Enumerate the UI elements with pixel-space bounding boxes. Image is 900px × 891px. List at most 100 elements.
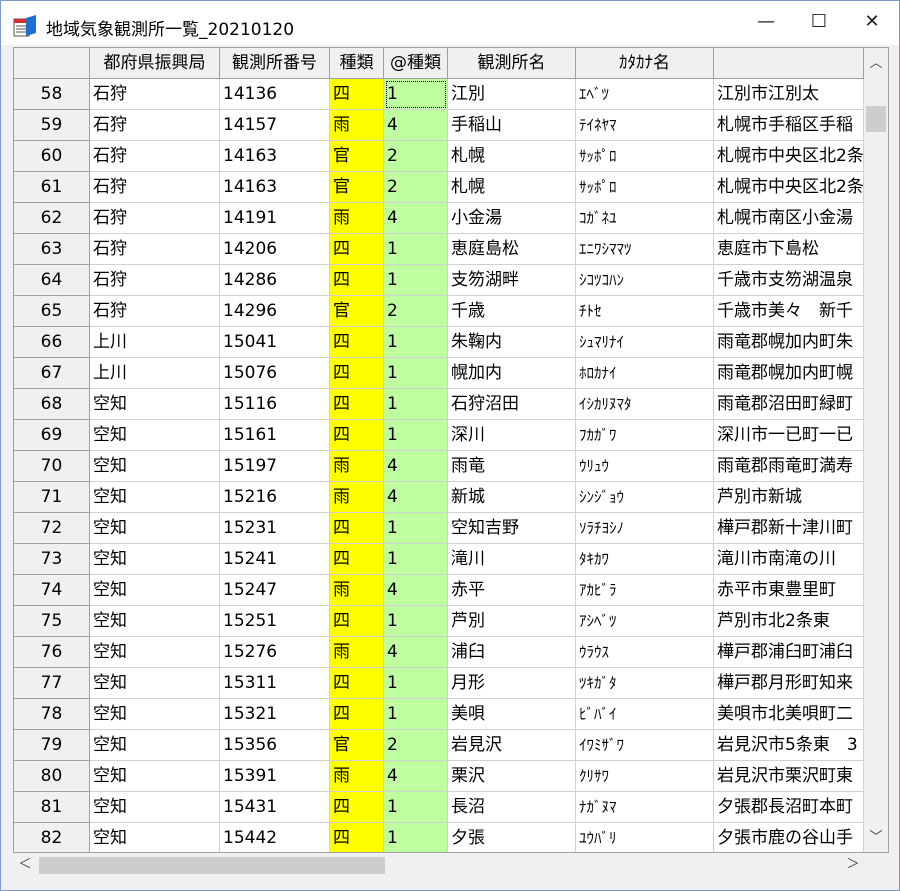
row-number[interactable]: 75 <box>14 606 90 637</box>
prefecture-cell[interactable]: 空知 <box>90 513 220 544</box>
kind-cell[interactable]: 官 <box>330 141 384 172</box>
station-name-cell[interactable]: 浦臼 <box>448 637 576 668</box>
station-name-cell[interactable]: 月形 <box>448 668 576 699</box>
at-kind-cell[interactable]: 4 <box>384 110 448 141</box>
prefecture-cell[interactable]: 空知 <box>90 389 220 420</box>
row-number[interactable]: 82 <box>14 823 90 852</box>
row-number[interactable]: 68 <box>14 389 90 420</box>
at-kind-cell[interactable]: 4 <box>384 482 448 513</box>
station-name-cell[interactable]: 長沼 <box>448 792 576 823</box>
horizontal-scrollbar[interactable]: ＜ ＞ <box>13 853 865 877</box>
station-name-cell[interactable]: 千歳 <box>448 296 576 327</box>
station-name-cell[interactable]: 栗沢 <box>448 761 576 792</box>
station-number-cell[interactable]: 15041 <box>220 327 330 358</box>
kind-cell[interactable]: 四 <box>330 234 384 265</box>
station-number-cell[interactable]: 15251 <box>220 606 330 637</box>
at-kind-cell[interactable]: 4 <box>384 203 448 234</box>
vertical-scrollbar[interactable]: ︿ ﹀ <box>864 48 888 852</box>
table-row[interactable]: 72 空知 15231 四 1 空知吉野 ｿﾗﾁﾖｼﾉ 樺戸郡新十津川町 <box>14 513 864 544</box>
row-number[interactable]: 59 <box>14 110 90 141</box>
kind-cell[interactable]: 四 <box>330 606 384 637</box>
station-name-cell[interactable]: 石狩沼田 <box>448 389 576 420</box>
station-name-cell[interactable]: 恵庭島松 <box>448 234 576 265</box>
katakana-name-cell[interactable]: ｻｯﾎﾟﾛ <box>576 141 714 172</box>
table-row[interactable]: 74 空知 15247 雨 4 赤平 ｱｶﾋﾞﾗ 赤平市東豊里町 <box>14 575 864 606</box>
address-cell[interactable]: 札幌市中央区北2条 <box>714 172 864 203</box>
row-number[interactable]: 64 <box>14 265 90 296</box>
address-cell[interactable]: 江別市江別太 <box>714 79 864 110</box>
kind-cell[interactable]: 官 <box>330 730 384 761</box>
table-row[interactable]: 75 空知 15251 四 1 芦別 ｱｼﾍﾞﾂ 芦別市北2条東 <box>14 606 864 637</box>
station-name-cell[interactable]: 空知吉野 <box>448 513 576 544</box>
address-cell[interactable]: 深川市一已町一已 <box>714 420 864 451</box>
minimize-button[interactable]: — <box>746 9 786 35</box>
station-name-cell[interactable]: 朱鞠内 <box>448 327 576 358</box>
prefecture-cell[interactable]: 空知 <box>90 575 220 606</box>
station-number-cell[interactable]: 15247 <box>220 575 330 606</box>
row-number[interactable]: 77 <box>14 668 90 699</box>
at-kind-cell[interactable]: 1 <box>384 699 448 730</box>
prefecture-cell[interactable]: 空知 <box>90 544 220 575</box>
station-number-cell[interactable]: 14157 <box>220 110 330 141</box>
table-row[interactable]: 77 空知 15311 四 1 月形 ﾂｷｶﾞﾀ 樺戸郡月形町知来 <box>14 668 864 699</box>
station-number-cell[interactable]: 15321 <box>220 699 330 730</box>
prefecture-cell[interactable]: 上川 <box>90 358 220 389</box>
kind-cell[interactable]: 四 <box>330 699 384 730</box>
address-cell[interactable]: 樺戸郡浦臼町浦臼 <box>714 637 864 668</box>
scroll-right-arrow-icon[interactable]: ＞ <box>841 853 865 877</box>
table-row[interactable]: 80 空知 15391 雨 4 栗沢 ｸﾘｻﾜ 岩見沢市栗沢町東 <box>14 761 864 792</box>
station-number-cell[interactable]: 15431 <box>220 792 330 823</box>
table-row[interactable]: 63 石狩 14206 四 1 恵庭島松 ｴﾆﾜｼﾏﾏﾂ 恵庭市下島松 <box>14 234 864 265</box>
table-row[interactable]: 71 空知 15216 雨 4 新城 ｼﾝｼﾞｮｳ 芦別市新城 <box>14 482 864 513</box>
station-grid[interactable]: 都府県振興局 観測所番号 種類 @種類 観測所名 ｶﾀｶﾅ名 58 石狩 14136 四 1 江別ｴ… <box>13 47 889 853</box>
katakana-name-cell[interactable]: ﾅｶﾞﾇﾏ <box>576 792 714 823</box>
prefecture-cell[interactable]: 空知 <box>90 420 220 451</box>
at-kind-cell[interactable]: 1 <box>384 792 448 823</box>
kind-cell[interactable]: 雨 <box>330 203 384 234</box>
at-kind-cell[interactable]: 1 <box>384 823 448 852</box>
station-name-header[interactable]: 観測所名 <box>448 48 576 79</box>
row-number[interactable]: 67 <box>14 358 90 389</box>
station-number-cell[interactable]: 14206 <box>220 234 330 265</box>
at-kind-cell[interactable]: 1 <box>384 668 448 699</box>
katakana-name-cell[interactable]: ｲﾜﾐｻﾞﾜ <box>576 730 714 761</box>
address-cell[interactable]: 恵庭市下島松 <box>714 234 864 265</box>
at-kind-cell[interactable]: 4 <box>384 451 448 482</box>
kind-cell[interactable]: 官 <box>330 172 384 203</box>
station-number-cell[interactable]: 15216 <box>220 482 330 513</box>
row-number[interactable]: 70 <box>14 451 90 482</box>
katakana-name-cell[interactable]: ｱｶﾋﾞﾗ <box>576 575 714 606</box>
horizontal-scroll-thumb[interactable] <box>39 857 385 874</box>
prefecture-cell[interactable]: 石狩 <box>90 172 220 203</box>
kind-cell[interactable]: 四 <box>330 265 384 296</box>
station-name-cell[interactable]: 雨竜 <box>448 451 576 482</box>
at-kind-cell[interactable]: 4 <box>384 637 448 668</box>
prefecture-cell[interactable]: 石狩 <box>90 141 220 172</box>
row-number[interactable]: 76 <box>14 637 90 668</box>
table-row[interactable]: 81 空知 15431 四 1 長沼 ﾅｶﾞﾇﾏ 夕張郡長沼町本町 <box>14 792 864 823</box>
prefecture-cell[interactable]: 上川 <box>90 327 220 358</box>
row-number[interactable]: 58 <box>14 79 90 110</box>
katakana-name-cell[interactable]: ｲｼｶﾘﾇﾏﾀ <box>576 389 714 420</box>
kind-cell[interactable]: 雨 <box>330 451 384 482</box>
prefecture-cell[interactable]: 空知 <box>90 730 220 761</box>
at-kind-cell[interactable]: 1 <box>384 606 448 637</box>
row-number[interactable]: 61 <box>14 172 90 203</box>
katakana-name-cell[interactable]: ｼｭﾏﾘﾅｲ <box>576 327 714 358</box>
station-number-cell[interactable]: 14191 <box>220 203 330 234</box>
at-kind-cell[interactable]: 1 <box>384 358 448 389</box>
prefecture-cell[interactable]: 石狩 <box>90 234 220 265</box>
katakana-name-cell[interactable]: ｻｯﾎﾟﾛ <box>576 172 714 203</box>
table-row[interactable]: 58 石狩 14136 四 1 江別 ｴﾍﾞﾂ 江別市江別太 <box>14 79 864 110</box>
row-number[interactable]: 66 <box>14 327 90 358</box>
vertical-scroll-thumb[interactable] <box>866 106 886 132</box>
kind-cell[interactable]: 四 <box>330 420 384 451</box>
prefecture-cell[interactable]: 石狩 <box>90 296 220 327</box>
address-cell[interactable]: 夕張市鹿の谷山手 <box>714 823 864 852</box>
table-row[interactable]: 79 空知 15356 官 2 岩見沢 ｲﾜﾐｻﾞﾜ 岩見沢市5条東 3 <box>14 730 864 761</box>
katakana-name-cell[interactable]: ﾌｶｶﾞﾜ <box>576 420 714 451</box>
station-name-cell[interactable]: 岩見沢 <box>448 730 576 761</box>
address-cell[interactable]: 雨竜郡沼田町緑町 <box>714 389 864 420</box>
katakana-name-cell[interactable]: ｼｺﾂｺﾊﾝ <box>576 265 714 296</box>
station-number-cell[interactable]: 15076 <box>220 358 330 389</box>
